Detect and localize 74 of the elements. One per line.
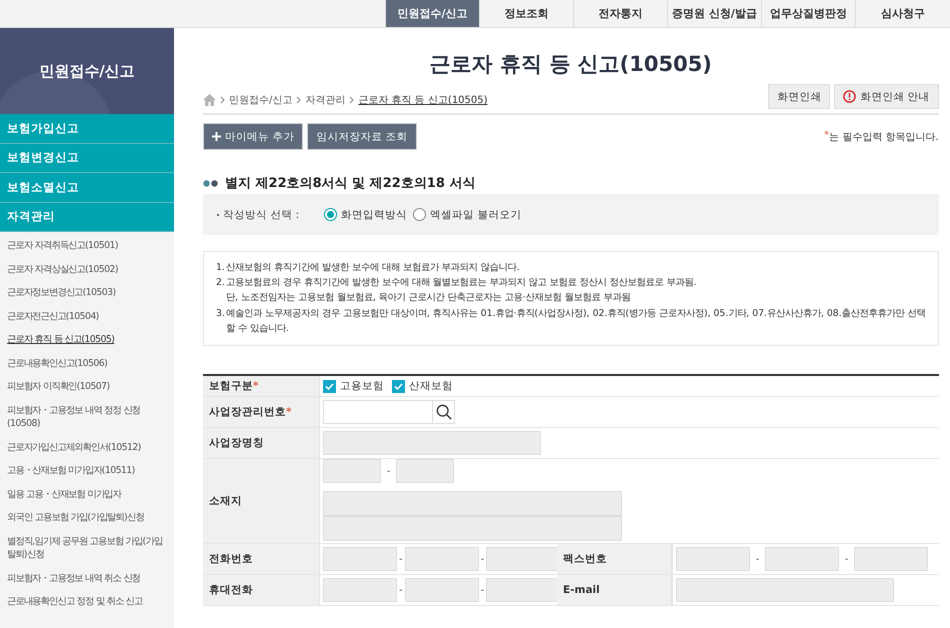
note-number: 2. xyxy=(216,276,226,290)
sidebar-item[interactable]: 피보험자・고용정보 내역 정정 신청 (10508) xyxy=(0,398,174,436)
sidebar-item[interactable]: 근로자가입신고제외확인서(10512) xyxy=(0,436,174,459)
sidebar-item[interactable]: 근로내용확인신고 정정 및 취소 신고 xyxy=(0,590,174,614)
check-icon xyxy=(325,382,334,391)
form-label: 소재지 xyxy=(203,459,320,544)
checkbox-label[interactable]: 산재보험 xyxy=(409,379,453,394)
warning-icon xyxy=(843,90,856,103)
breadcrumb-link[interactable]: 자격관리 xyxy=(305,93,346,107)
separator-text: - xyxy=(480,584,484,596)
sidebar-item[interactable]: 근로내용확인신고(10506) xyxy=(0,352,174,375)
chevron-icon xyxy=(220,96,225,104)
sidebar-item[interactable]: 피보험자 이직확인(10507) xyxy=(0,375,174,398)
form-label: 휴대전화 xyxy=(203,575,320,606)
chevron-icon xyxy=(349,96,354,104)
note-number: 1. xyxy=(216,261,226,275)
radio-label[interactable]: 엑셀파일 불러오기 xyxy=(430,208,522,222)
field-label: 작성방식 선택 : xyxy=(217,208,324,222)
separator-text: - xyxy=(399,554,403,565)
separator-text: - xyxy=(399,584,403,596)
dots-icon xyxy=(203,180,219,186)
note-text: 산재보험의 휴직기간에 발생한 보수에 대해 보험료가 부과되지 않습니다. xyxy=(226,261,520,275)
sidebar-item[interactable]: 피보험자・고용정보 내역 취소 신청 xyxy=(0,566,174,590)
checkbox[interactable] xyxy=(392,380,405,393)
required-mark: * xyxy=(253,380,258,392)
sidebar-title: 민원접수/신고 xyxy=(39,62,135,80)
print-button[interactable]: 화면인쇄 안내 xyxy=(834,84,939,109)
sidebar-item[interactable]: 외국인 고용보험 가입(가입탈퇴)신청 xyxy=(0,506,174,530)
separator-text: - xyxy=(844,554,850,565)
form-label: 전화번호 xyxy=(203,544,320,576)
separator-text: - xyxy=(480,554,484,565)
input-field[interactable] xyxy=(323,400,433,424)
home-icon xyxy=(203,94,216,106)
breadcrumb-link[interactable]: 민원접수/신고 xyxy=(229,93,292,107)
section-title: 별지 제22호의8서식 및 제22호의18 서식 xyxy=(225,175,476,192)
note-number: 3. xyxy=(216,306,226,321)
radio-button[interactable] xyxy=(324,208,337,221)
checkbox-label[interactable]: 고용보험 xyxy=(340,379,384,394)
sidebar-item[interactable]: 근로자전근신고(10504) xyxy=(0,304,174,328)
check-icon xyxy=(394,382,403,391)
chevron-icon xyxy=(296,96,302,104)
separator-text: - xyxy=(386,466,392,477)
required-mark: * xyxy=(824,130,830,142)
print-button[interactable]: 화면인쇄 xyxy=(768,84,830,109)
plus-icon xyxy=(212,132,221,141)
sidebar-item[interactable]: 근로자정보변경신고(10503) xyxy=(0,281,174,304)
note-text: 고용보험료의 경우 휴직기간에 발생한 보수에 대해 월별보험료는 부과되지 않고 보험료 정산시 정산보험료로 부과됨. xyxy=(226,276,696,290)
breadcrumb-link[interactable]: 근로자 휴직 등 신고(10505) xyxy=(358,93,488,107)
form-label: 사업장명칭 xyxy=(203,428,320,460)
form-label: 팩스번호 xyxy=(557,544,672,576)
load-button[interactable]: 임시저장자료 조회 xyxy=(307,123,417,150)
note-text: 예술인과 노무제공자의 경우 고용보험만 대상이며, 휴직사유는 01.휴업·휴직(사업장사정), 02.휴직(병가등 근로자사정), 05.기타, 07.유산사산휴가, 08.출산전후휴가만 선택 xyxy=(226,306,926,321)
radio-button[interactable] xyxy=(413,208,426,221)
sidebar-item[interactable]: 근로자 휴직 등 신고(10505) xyxy=(0,328,174,352)
required-mark: * xyxy=(286,406,292,418)
sidebar-item[interactable]: 별정직,임기제 공무원 고용보험 가입(가입탈퇴)신청 xyxy=(0,530,174,566)
checkbox[interactable] xyxy=(323,380,336,393)
sidebar-item[interactable]: 근로자 자격상실신고(10502) xyxy=(0,258,174,281)
note-text: 할 수 있습니다. xyxy=(226,322,290,336)
form-label: 보험구분 xyxy=(209,379,253,394)
radio-label[interactable]: 화면입력방식 xyxy=(341,208,407,222)
sidebar-item[interactable]: 일용 고용・산재보험 미가입자 xyxy=(0,482,174,506)
sidebar-item[interactable]: 고용・산재보험 미가입자(10511) xyxy=(0,459,174,482)
required-note: 는 필수입력 항목입니다. xyxy=(829,130,939,144)
sidebar-item[interactable]: 근로자 자격취득신고(10501) xyxy=(0,234,174,258)
add-menu-button[interactable]: 마이메뉴 추가 xyxy=(203,123,304,150)
note-text: 단, 노조전임자는 고용보험 월보험료, 육아기 근로시간 단축근로자는 고용·산재보험 월보험료 부과됨 xyxy=(226,291,632,306)
nav-tab[interactable]: 민원접수/신고 xyxy=(385,0,479,27)
search-button[interactable] xyxy=(433,400,455,424)
search-icon xyxy=(436,404,452,420)
page-title: 근로자 휴직 등 신고(10505) xyxy=(428,51,713,78)
form-label: E-mail xyxy=(557,575,672,606)
form-label: 사업장관리번호 xyxy=(209,405,286,420)
separator-text: - xyxy=(754,554,760,565)
